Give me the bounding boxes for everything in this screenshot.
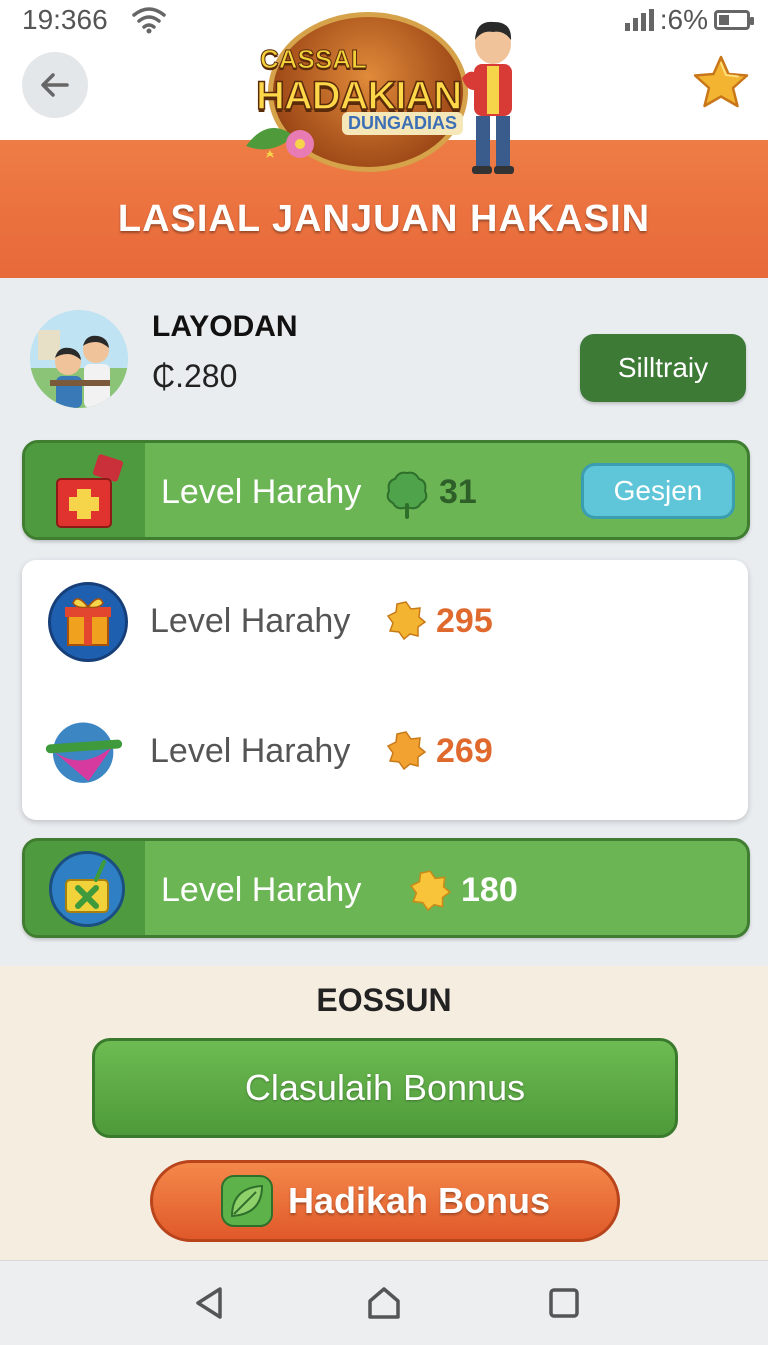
mascot-character [462,21,514,174]
app-logo: CASSAL HADAKIAN DUNGADIAS [238,6,528,174]
page-title: LASIAL JANJUAN HAKASIN [117,198,651,240]
level-card: Level Harahy 295 Level Harahy 269 [22,560,748,820]
level-label: Level Harahy [161,871,362,909]
nav-recents-button[interactable] [540,1279,588,1327]
bonus-section-title: EOSSUN [316,982,452,1018]
level-label: Level Harahy [161,473,362,511]
gift-icon [48,582,128,662]
level-row[interactable]: Level Harahy 295 [22,560,748,690]
signal-icon [624,9,654,31]
star-badge-icon [386,731,426,770]
battery-percent: :6% [659,4,708,35]
basket-icon [49,851,125,927]
wifi-icon [132,6,166,39]
logo-text-top: CASSAL [260,44,368,75]
level-value: 269 [436,732,493,770]
gift-bonus-label: Hadikah Bonus [287,1180,551,1221]
status-indicators: :6% [624,4,754,36]
gift-box-icon [56,454,123,528]
gift-bonus-button[interactable]: Hadikah Bonus [150,1160,620,1242]
user-balance: ₵.280 [152,358,238,394]
status-time: 19:366 [22,4,108,35]
square-recents-icon [549,1288,579,1318]
level-value: 295 [436,602,493,640]
avatar-image [30,310,128,408]
home-icon [368,1287,400,1319]
level-row[interactable]: Level Harahy 269 [22,690,748,820]
level-claim-button[interactable]: Gesjen [581,463,735,519]
star-icon [693,55,749,108]
level-label: Level Harahy [150,732,351,770]
level-value: 31 [439,473,477,511]
clover-icon [386,471,428,519]
back-button[interactable] [22,52,88,118]
level-row[interactable]: Level Harahy 180 [22,838,750,938]
level-icon-cell [25,443,145,537]
user-name: LAYODAN [152,310,298,343]
back-arrow-icon [41,73,69,97]
star-badge-icon [386,601,426,640]
nav-home-button[interactable] [360,1279,408,1327]
nav-back-button[interactable] [184,1279,232,1327]
avatar[interactable] [30,310,128,408]
triangle-back-icon [196,1287,222,1319]
system-nav-bar [0,1260,768,1345]
logo-text-sub: DUNGADIAS [342,112,464,135]
leaf-icon [220,1175,273,1227]
claim-bonus-button[interactable]: Clasulaih Bonnus [92,1038,678,1138]
level-label: Level Harahy [150,602,351,640]
level-value: 180 [461,871,518,909]
level-icon-cell [25,841,145,935]
profile-action-button[interactable]: Silltraiy [580,334,746,402]
battery-icon [714,10,754,30]
gem-icon [45,722,123,783]
favorite-button[interactable] [690,52,752,114]
star-badge-icon [409,870,451,911]
level-row[interactable]: Level Harahy 31 Gesjen [22,440,750,540]
